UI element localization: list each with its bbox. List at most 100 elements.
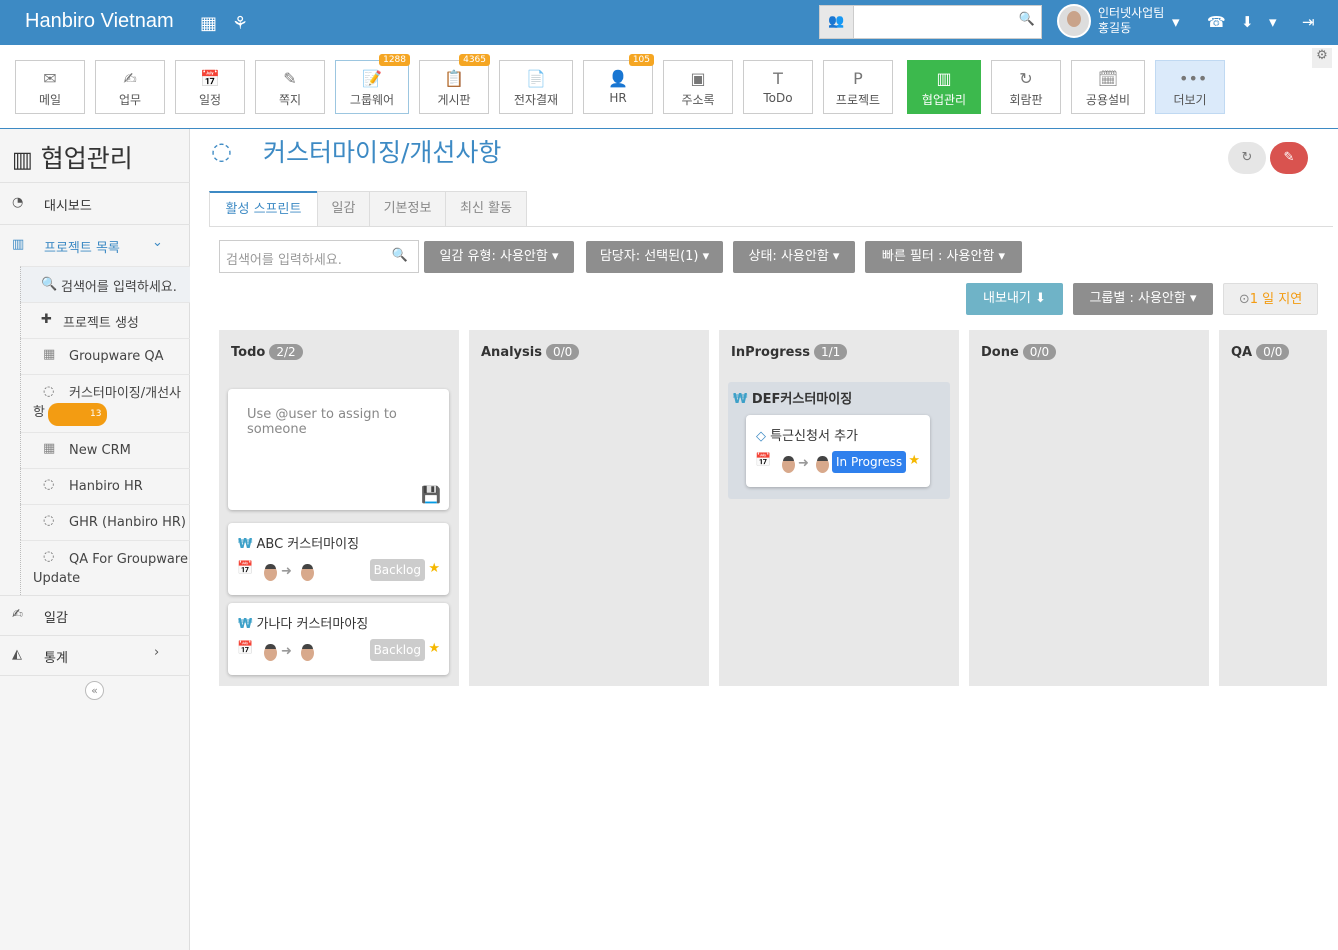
tab-worklog[interactable]: 일감 bbox=[317, 191, 370, 227]
sidebar-item-project-list[interactable]: ▥ 프로젝트 목록 ⌄ bbox=[0, 224, 190, 266]
mail-icon: ✉ bbox=[43, 69, 57, 88]
caret-down-icon[interactable]: ▾ bbox=[1172, 13, 1180, 31]
sidebar-item-label: 대시보드 bbox=[44, 199, 92, 214]
user-info[interactable]: 인터넷사업팀 홍길동 bbox=[1098, 6, 1164, 36]
sidebar-project-customizing[interactable]: ◌ 커스터마이징/개선사항 13 bbox=[20, 374, 190, 432]
app-memo[interactable]: ✎ 쪽지 bbox=[255, 60, 325, 114]
sidebar-item-label: 일감 bbox=[44, 611, 68, 626]
app-hr[interactable]: 105 👤 HR bbox=[583, 54, 654, 114]
star-icon[interactable]: ★ bbox=[428, 641, 440, 656]
area-chart-icon: ◭ bbox=[12, 647, 22, 662]
app-approval[interactable]: 📄 전자결재 bbox=[499, 60, 573, 114]
app-label: 전자결재 bbox=[513, 93, 559, 107]
app-task[interactable]: ✍ 업무 bbox=[95, 60, 165, 114]
arrow-right-icon: ➜ bbox=[281, 644, 292, 659]
status-badge: Backlog bbox=[369, 639, 425, 661]
quick-filter-button[interactable]: 빠른 필터 : 사용안함 ▾ bbox=[865, 241, 1022, 273]
filter-status-button[interactable]: 상태: 사용안함 ▾ bbox=[733, 241, 855, 273]
collapse-icon[interactable]: « bbox=[85, 681, 104, 700]
task-card[interactable]: ◇ 특근신청서 추가 📅 ➜ In Progress ★ bbox=[746, 415, 930, 487]
sidebar-item-stats[interactable]: ◭ 통계 › bbox=[0, 635, 190, 675]
column-count: 0/0 bbox=[1256, 344, 1290, 360]
user-team: 인터넷사업팀 bbox=[1098, 6, 1165, 20]
app-contacts[interactable]: ▣ 주소록 bbox=[663, 60, 733, 114]
phone-icon[interactable]: ☎ bbox=[1207, 13, 1226, 31]
sidebar-project-groupware-qa[interactable]: ▦ Groupware QA bbox=[20, 338, 190, 374]
app-more[interactable]: ••• 더보기 bbox=[1155, 60, 1225, 114]
card-title: ◇ 특근신청서 추가 bbox=[756, 425, 858, 444]
logout-icon[interactable]: ⇥ bbox=[1302, 13, 1315, 31]
delay-label: 1 일 지연 bbox=[1249, 292, 1303, 307]
top-search-box[interactable]: 👥 🔍 bbox=[819, 5, 1042, 39]
brand-name[interactable]: Hanbiro Vietnam bbox=[25, 10, 174, 33]
avatar bbox=[816, 456, 829, 473]
tag-icon: ₩ bbox=[733, 392, 748, 407]
filter-type-button[interactable]: 일감 유형: 사용안함 ▾ bbox=[424, 241, 574, 273]
download-icon[interactable]: ⬇ bbox=[1241, 13, 1254, 31]
sidebar-search[interactable]: 🔍 검색어를 입력하세요. bbox=[20, 266, 190, 302]
new-card-input[interactable]: Use @user to assign to someone 💾 bbox=[228, 389, 449, 510]
project-label: New CRM bbox=[69, 443, 131, 458]
sidebar-project-ghr[interactable]: ◌ GHR (Hanbiro HR) bbox=[20, 504, 190, 540]
apps-grid-icon[interactable]: ▦ bbox=[200, 13, 222, 34]
task-card[interactable]: ₩ ABC 커스터마이징 📅 ➜ Backlog ★ bbox=[228, 523, 449, 595]
sidebar-project-qa-groupware[interactable]: ◌ QA For Groupware Update bbox=[20, 540, 190, 595]
group-by-label: 그룹별 : 사용안함 bbox=[1089, 291, 1186, 306]
column-count: 0/0 bbox=[545, 344, 580, 360]
sidebar-project-new-crm[interactable]: ▦ New CRM bbox=[20, 432, 190, 468]
group-title: ₩ DEF커스터마이징 bbox=[733, 388, 852, 407]
app-circular[interactable]: ↻ 회람판 bbox=[991, 60, 1061, 114]
export-button[interactable]: 내보내기 ⬇ bbox=[966, 283, 1063, 315]
tab-activity[interactable]: 최신 활동 bbox=[445, 191, 527, 227]
tab-info[interactable]: 기본정보 bbox=[369, 191, 446, 227]
group-by-button[interactable]: 그룹별 : 사용안함 ▾ bbox=[1073, 283, 1213, 315]
column-inprogress: InProgress 1/1 ₩ DEF커스터마이징 ◇ 특근신청서 추가 📅 ➜… bbox=[719, 330, 959, 686]
chevron-down-icon[interactable]: ⌄ bbox=[152, 235, 163, 250]
sidebar: ▥ 협업관리 ◔ 대시보드 ▥ 프로젝트 목록 ⌄ 🔍 검색어를 입력하세요. … bbox=[0, 129, 190, 950]
sidebar-item-dashboard[interactable]: ◔ 대시보드 bbox=[0, 182, 190, 224]
search-icon: ◌ bbox=[43, 477, 55, 492]
app-board[interactable]: 4365 📋 게시판 bbox=[419, 54, 490, 114]
avatar[interactable] bbox=[1057, 4, 1091, 38]
app-facility[interactable]: 🗓 공용설비 bbox=[1071, 60, 1145, 114]
search-placeholder: 검색어를 입력하세요. bbox=[226, 253, 342, 268]
task-card[interactable]: ₩ 가나다 커스터마아징 📅 ➜ Backlog ★ bbox=[228, 603, 449, 675]
star-icon[interactable]: ★ bbox=[908, 453, 920, 468]
clock-icon: ⊙ bbox=[1238, 292, 1250, 307]
chevron-right-icon[interactable]: › bbox=[154, 645, 159, 660]
refresh-button[interactable]: ↻ bbox=[1228, 142, 1266, 174]
edit-button[interactable]: ✎ bbox=[1270, 142, 1308, 174]
gear-icon[interactable]: ⚙ bbox=[1312, 48, 1332, 68]
download-icon: ⬇ bbox=[1035, 291, 1046, 306]
calendar-icon[interactable]: 📅 bbox=[237, 641, 253, 656]
app-groupware[interactable]: 1288 📝 그룹웨어 bbox=[335, 54, 410, 114]
tab-active-sprint[interactable]: 활성 스프린트 bbox=[209, 191, 318, 227]
sidebar-item-worklog[interactable]: ✍ 일감 bbox=[0, 595, 190, 635]
app-mail[interactable]: ✉ 메일 bbox=[15, 60, 85, 114]
search-icon[interactable]: 🔍 bbox=[392, 248, 408, 263]
star-icon[interactable]: ★ bbox=[428, 561, 440, 576]
caret-down-icon[interactable]: ▾ bbox=[1269, 13, 1277, 31]
people-icon[interactable]: 👥 bbox=[820, 6, 854, 38]
count-badge: 105 bbox=[628, 54, 654, 66]
filter-assignee-button[interactable]: 담당자: 선택된(1) ▾ bbox=[586, 241, 723, 273]
sidebar-create-project[interactable]: ✚ 프로젝트 생성 bbox=[20, 302, 190, 338]
hanbiro-logo-icon[interactable]: ⚘ bbox=[232, 13, 254, 34]
calendar-icon[interactable]: 📅 bbox=[237, 561, 253, 576]
sidebar-project-hanbiro-hr[interactable]: ◌ Hanbiro HR bbox=[20, 468, 190, 504]
count-badge: 4365 bbox=[459, 54, 490, 66]
save-icon[interactable]: 💾 bbox=[421, 485, 441, 504]
collaboration-icon: ▥ bbox=[12, 148, 33, 173]
calendar-icon[interactable]: 📅 bbox=[755, 453, 771, 468]
app-todo[interactable]: T ToDo bbox=[743, 60, 813, 114]
app-project[interactable]: P 프로젝트 bbox=[823, 60, 893, 114]
delay-button[interactable]: ⊙1 일 지연 bbox=[1223, 283, 1318, 315]
app-collaboration[interactable]: ▥ 협업관리 bbox=[907, 60, 981, 114]
app-calendar[interactable]: 📅 일정 bbox=[175, 60, 245, 114]
sidebar-title-text: 협업관리 bbox=[40, 144, 133, 173]
tag-icon: ₩ bbox=[238, 617, 253, 632]
todo-icon: T bbox=[773, 69, 783, 88]
app-bar: ✉ 메일 ✍ 업무 📅 일정 ✎ 쪽지 1288 📝 그룹웨어 4365 📋 게시판 📄 전자결재… bbox=[0, 45, 1338, 129]
search-icon[interactable]: 🔍 bbox=[1019, 12, 1035, 27]
board-search-input[interactable]: 검색어를 입력하세요. 🔍 bbox=[219, 240, 419, 273]
